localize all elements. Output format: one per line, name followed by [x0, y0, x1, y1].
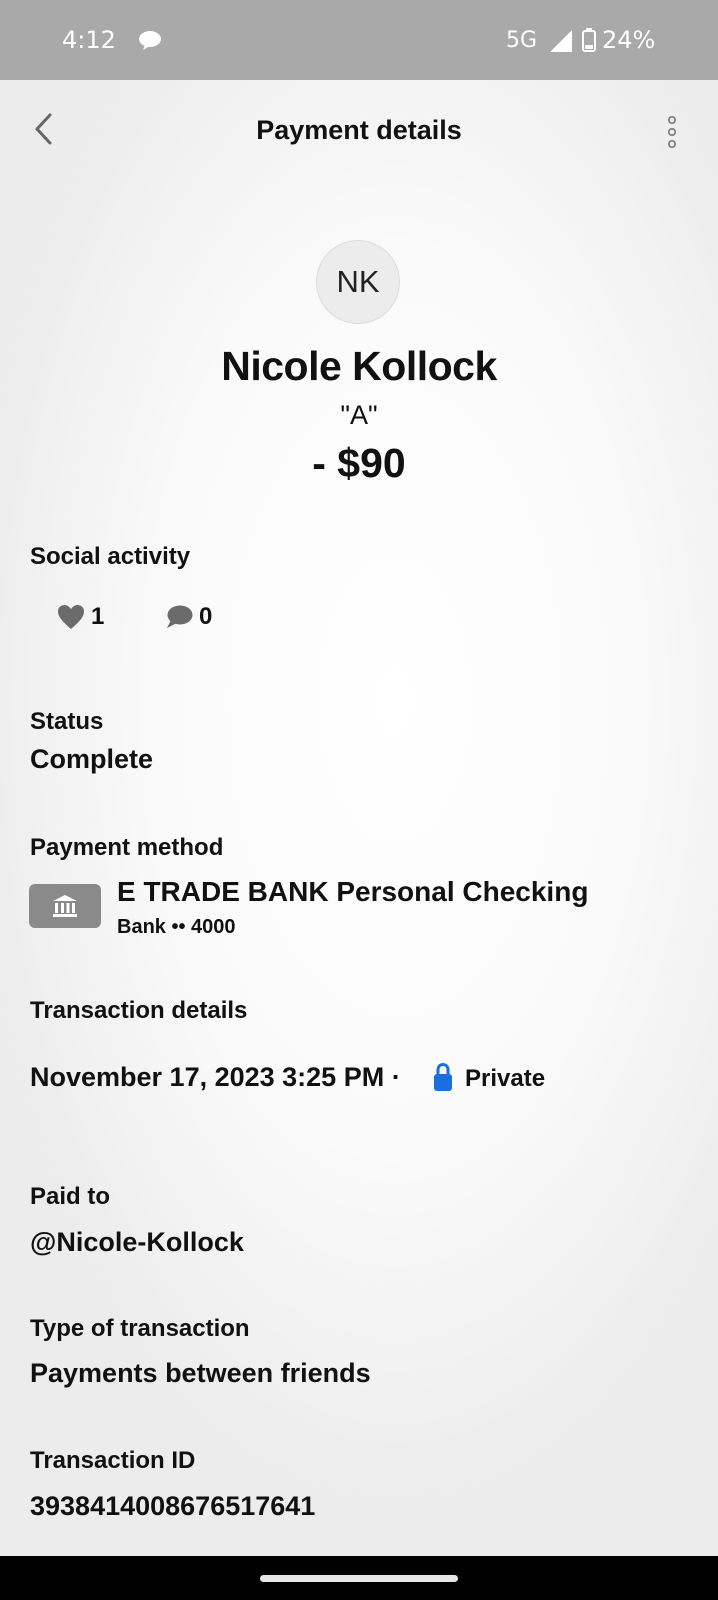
bank-account-number: Bank •• 4000: [117, 916, 236, 938]
paid-to-label: Paid to: [30, 1183, 111, 1210]
chat-bubble-icon: [139, 31, 161, 50]
paid-to-value[interactable]: @Nicole-Kollock: [30, 1227, 244, 1258]
transaction-date: November 17, 2023 3:25 PM ·: [30, 1062, 401, 1092]
page-title: Payment details: [256, 115, 462, 145]
like-count: 1: [91, 603, 105, 630]
navigation-bar: [0, 1556, 718, 1600]
status-value: Complete: [30, 744, 154, 774]
transaction-type-label: Type of transaction: [30, 1315, 250, 1342]
social-activity-label: Social activity: [30, 543, 191, 570]
recipient-name: Nicole Kollock: [221, 343, 497, 389]
transaction-id-label: Transaction ID: [30, 1447, 196, 1474]
payment-amount: - $90: [312, 440, 406, 486]
lock-icon: [434, 1062, 452, 1091]
bank-account-name: E TRADE BANK Personal Checking: [117, 876, 589, 907]
signal-icon: [550, 30, 572, 52]
home-gesture-handle[interactable]: [260, 1575, 458, 1582]
transaction-type-value: Payments between friends: [30, 1358, 371, 1388]
privacy-setting[interactable]: Private: [465, 1065, 545, 1093]
battery-percent: 24%: [602, 26, 656, 54]
transaction-details-label: Transaction details: [30, 997, 248, 1024]
avatar[interactable]: NK: [316, 240, 400, 324]
network-type: 5G: [506, 28, 538, 53]
comment-count: 0: [199, 603, 213, 630]
transaction-id-value: 3938414008676517641: [30, 1491, 316, 1521]
payment-note: "A": [340, 400, 378, 430]
avatar-initials: NK: [336, 264, 380, 299]
bank-logo: [29, 884, 101, 928]
comment-bubble-icon[interactable]: [165, 604, 193, 630]
vertical-dots-icon[interactable]: [662, 115, 682, 149]
heart-icon[interactable]: [57, 604, 85, 630]
status-time: 4:12: [62, 26, 116, 54]
payment-method-label: Payment method: [30, 834, 224, 861]
bank-icon: [53, 895, 77, 917]
status-label: Status: [30, 708, 104, 735]
status-bar: 4:12 5G 24%: [0, 0, 718, 80]
battery-icon: [582, 28, 596, 52]
